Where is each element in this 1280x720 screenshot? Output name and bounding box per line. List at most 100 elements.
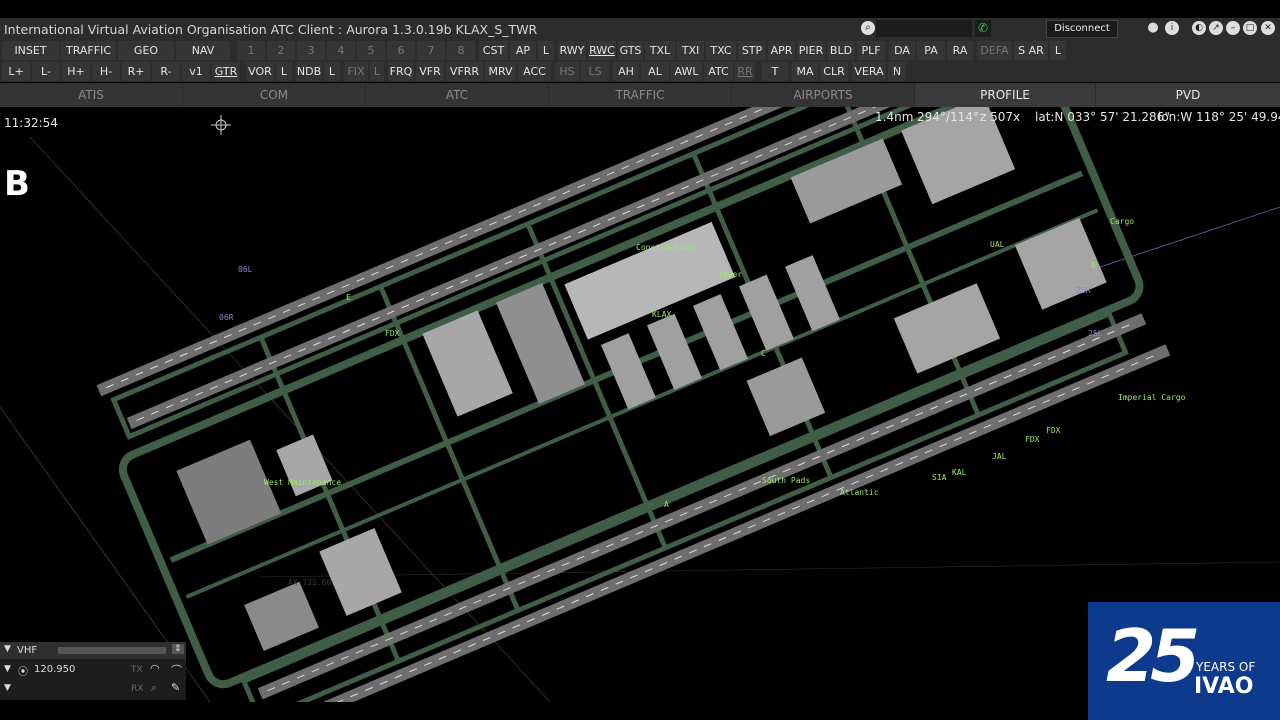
rwy-button[interactable]: RWY	[558, 41, 586, 60]
west-hangar	[319, 527, 402, 616]
tab-com[interactable]: COM	[183, 83, 366, 107]
traffic-button[interactable]: TRAFFIC	[61, 41, 116, 60]
preset-3-button[interactable]: 3	[297, 41, 325, 60]
fix-button[interactable]: FIX	[344, 62, 368, 81]
info-icon[interactable]: i	[1165, 21, 1179, 35]
expand-icon[interactable]: ▼	[4, 683, 11, 693]
ah-button[interactable]: AH	[613, 62, 639, 81]
vor-button[interactable]: VOR	[246, 62, 274, 81]
ap-label-button[interactable]: L	[538, 41, 554, 60]
apr-button[interactable]: APR	[768, 41, 795, 60]
label-taxiway-b: B	[1091, 261, 1096, 270]
da-button[interactable]: DA	[889, 41, 915, 60]
height-minus-button[interactable]: H-	[92, 62, 120, 81]
tab-bar: ATIS COM ATC TRAFFIC AIRPORTS PROFILE PV…	[0, 83, 1280, 107]
minimize-icon[interactable]: –	[1226, 21, 1240, 35]
user-icon[interactable]: ●	[1146, 21, 1160, 35]
bld-button[interactable]: BLD	[827, 41, 855, 60]
atc-button[interactable]: ATC	[704, 62, 733, 81]
callsign-field[interactable]	[876, 20, 972, 37]
disconnect-button[interactable]: Disconnect	[1046, 20, 1118, 38]
left-minus-button[interactable]: L-	[32, 62, 60, 81]
gts-button[interactable]: GTS	[618, 41, 643, 60]
pin-icon[interactable]: ↗	[1209, 21, 1223, 35]
pa-button[interactable]: PA	[917, 41, 945, 60]
plf-button[interactable]: PLF	[857, 41, 885, 60]
volume-slider[interactable]	[58, 647, 166, 654]
search-icon[interactable]: ⌕	[151, 681, 157, 695]
al-button[interactable]: AL	[641, 62, 669, 81]
ma-button[interactable]: MA	[792, 62, 818, 81]
t-button[interactable]: T	[762, 62, 788, 81]
pier-button[interactable]: PIER	[797, 41, 825, 60]
tab-atc[interactable]: ATC	[366, 83, 549, 107]
sar-label-button[interactable]: L	[1050, 41, 1066, 60]
close-icon[interactable]: ✕	[1261, 21, 1275, 35]
tab-traffic[interactable]: TRAFFIC	[549, 83, 732, 107]
txl-button[interactable]: TXL	[645, 41, 675, 60]
range-minus-button[interactable]: R-	[152, 62, 180, 81]
phone-icon[interactable]: ✆	[975, 20, 991, 37]
v1-button[interactable]: v1	[182, 62, 210, 81]
microphone-icon[interactable]: ✎	[171, 681, 180, 694]
settings-icon[interactable]: ◐	[1192, 21, 1206, 35]
stp-button[interactable]: STP	[738, 41, 766, 60]
rr-button[interactable]: RR	[735, 62, 755, 81]
preset-2-button[interactable]: 2	[267, 41, 295, 60]
vhf-frequency[interactable]: 120.950	[34, 664, 75, 675]
ivao-25-years-logo: 25 YEARS OF IVAO	[1088, 602, 1280, 720]
vfrr-button[interactable]: VFRR	[446, 62, 483, 81]
vfr-button[interactable]: VFR	[416, 62, 444, 81]
mrv-button[interactable]: MRV	[485, 62, 516, 81]
n-button[interactable]: N	[888, 62, 906, 81]
preset-8-button[interactable]: 8	[447, 41, 475, 60]
ndb-button[interactable]: NDB	[296, 62, 322, 81]
rwc-button[interactable]: RWC	[588, 41, 616, 60]
preset-5-button[interactable]: 5	[357, 41, 385, 60]
logo-line-2: IVAO	[1194, 674, 1254, 699]
gtr-button[interactable]: GTR	[212, 62, 240, 81]
vor-label-button[interactable]: L	[276, 62, 292, 81]
geo-button[interactable]: GEO	[118, 41, 174, 60]
fix-label-button[interactable]: L	[370, 62, 384, 81]
toolbar-row-2: L+ L- H+ H- R+ R- v1 GTR VOR L NDB L FIX…	[0, 61, 1280, 82]
ap-button[interactable]: AP	[510, 41, 536, 60]
height-plus-button[interactable]: H+	[62, 62, 90, 81]
txi-button[interactable]: TXI	[677, 41, 704, 60]
awl-button[interactable]: AWL	[671, 62, 702, 81]
collapse-icon[interactable]: ▼	[4, 644, 11, 654]
headset-icon[interactable]: ⌒	[171, 662, 182, 678]
preset-4-button[interactable]: 4	[327, 41, 355, 60]
vera-button[interactable]: VERA	[852, 62, 886, 81]
ra-button[interactable]: RA	[947, 41, 973, 60]
ndb-label-button[interactable]: L	[324, 62, 340, 81]
hs-button[interactable]: HS	[555, 62, 579, 81]
ls-button[interactable]: LS	[581, 62, 609, 81]
overlay-letter: B	[4, 164, 30, 204]
sar-button[interactable]: S AR	[1014, 41, 1048, 60]
txc-button[interactable]: TXC	[706, 41, 736, 60]
expand-icon[interactable]: ▼	[4, 664, 11, 674]
tx-label[interactable]: TX	[131, 665, 143, 675]
preset-6-button[interactable]: 6	[387, 41, 415, 60]
nav-button[interactable]: NAV	[176, 41, 230, 60]
left-plus-button[interactable]: L+	[2, 62, 30, 81]
preset-7-button[interactable]: 7	[417, 41, 445, 60]
stepper-icon[interactable]: ⇕	[172, 644, 184, 654]
frq-button[interactable]: FRQ	[388, 62, 414, 81]
acc-button[interactable]: ACC	[518, 62, 551, 81]
clr-button[interactable]: CLR	[820, 62, 848, 81]
rx-label[interactable]: RX	[131, 684, 143, 694]
tab-profile[interactable]: PROFILE	[915, 83, 1096, 107]
preset-1-button[interactable]: 1	[237, 41, 265, 60]
tab-atis[interactable]: ATIS	[0, 83, 183, 107]
range-plus-button[interactable]: R+	[122, 62, 150, 81]
tab-airports[interactable]: AIRPORTS	[732, 83, 915, 107]
defa-button[interactable]: DEFA	[977, 41, 1012, 60]
wifi-icon[interactable]: ◠	[150, 662, 160, 675]
search-icon[interactable]: ⌕	[861, 21, 875, 35]
maximize-icon[interactable]: □	[1243, 21, 1257, 35]
tab-pvd[interactable]: PVD	[1096, 83, 1280, 107]
cst-button[interactable]: CST	[479, 41, 508, 60]
inset-button[interactable]: INSET	[2, 41, 59, 60]
